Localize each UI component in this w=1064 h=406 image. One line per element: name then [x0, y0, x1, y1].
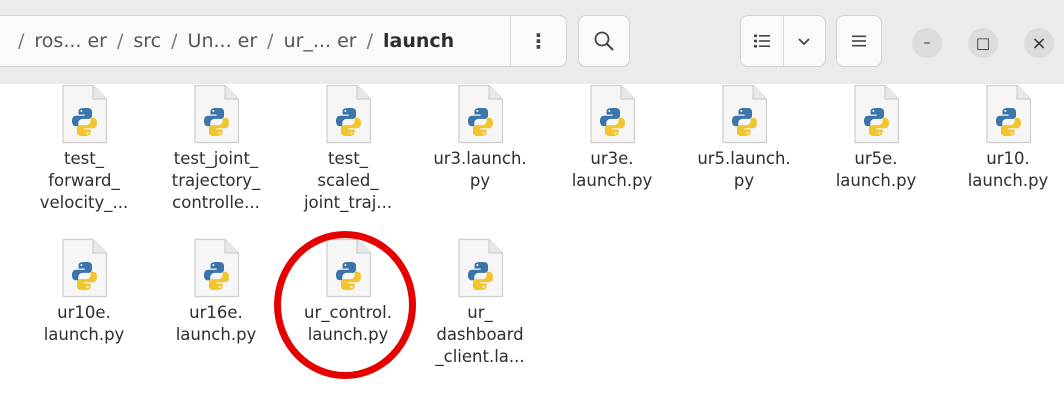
file-name: ur5.launch. py	[697, 149, 791, 190]
file-name: test_ forward_ velocity_...	[39, 149, 129, 212]
python-file-icon	[984, 84, 1032, 144]
list-view-button[interactable]	[741, 16, 783, 66]
python-file-icon	[720, 84, 768, 144]
path-separator: /	[18, 30, 25, 52]
python-file-icon	[852, 84, 900, 144]
breadcrumb-current[interactable]: launch	[377, 30, 466, 52]
breadcrumb-un[interactable]: Un... er	[182, 30, 264, 52]
python-file-icon	[324, 84, 372, 144]
file-item[interactable]: ur3e. launch.py	[552, 84, 672, 192]
view-dropdown-button[interactable]	[782, 16, 826, 66]
search-button[interactable]	[578, 15, 630, 67]
python-file-icon	[60, 84, 108, 144]
file-name: ur16e. launch.py	[175, 303, 257, 344]
file-name: test_ scaled_ joint_traj...	[303, 149, 393, 212]
file-item[interactable]: ur5e. launch.py	[816, 84, 936, 192]
main-menu-button[interactable]	[836, 15, 882, 67]
breadcrumb: / ros... er / src / Un... er / ur_... er…	[0, 16, 466, 66]
file-item[interactable]: ur_control. launch.py	[288, 238, 408, 346]
file-grid: test_ forward_ velocity_... test_joint_ …	[18, 84, 1064, 406]
file-name: ur_control. launch.py	[304, 303, 392, 344]
python-file-icon	[192, 238, 240, 298]
file-item[interactable]: test_ forward_ velocity_...	[24, 84, 144, 214]
file-manager-window: / ros... er / src / Un... er / ur_... er…	[0, 0, 1064, 406]
python-file-icon	[456, 84, 504, 144]
file-item[interactable]: ur3.launch. py	[420, 84, 540, 192]
hamburger-icon	[852, 35, 866, 47]
list-view-icon	[753, 34, 770, 48]
file-item[interactable]: ur10. launch.py	[948, 84, 1064, 192]
file-name: ur3.launch. py	[433, 149, 527, 190]
file-name: ur10e. launch.py	[43, 303, 125, 344]
header-bar: / ros... er / src / Un... er / ur_... er…	[0, 0, 1064, 84]
file-item[interactable]: test_ scaled_ joint_traj...	[288, 84, 408, 214]
file-name: test_joint_ trajectory_ controlle...	[171, 149, 261, 212]
path-menu-button[interactable]: ⋮	[510, 16, 566, 66]
file-item[interactable]: ur10e. launch.py	[24, 238, 144, 346]
file-item[interactable]: ur5.launch. py	[684, 84, 804, 192]
file-item[interactable]: ur16e. launch.py	[156, 238, 276, 346]
python-file-icon	[60, 238, 108, 298]
file-name: ur_ dashboard _client.la...	[435, 303, 525, 366]
path-separator: /	[171, 30, 178, 52]
search-icon	[594, 31, 614, 51]
file-name: ur3e. launch.py	[571, 149, 653, 190]
close-icon: ×	[1031, 32, 1047, 54]
path-bar[interactable]: / ros... er / src / Un... er / ur_... er…	[0, 15, 567, 67]
file-item[interactable]: test_joint_ trajectory_ controlle...	[156, 84, 276, 214]
python-file-icon	[456, 238, 504, 298]
python-file-icon	[324, 238, 372, 298]
maximize-button[interactable]: □	[968, 28, 998, 58]
file-name: ur5e. launch.py	[835, 149, 917, 190]
path-separator: /	[366, 30, 373, 52]
view-options-group	[740, 15, 826, 67]
breadcrumb-ur[interactable]: ur_... er	[278, 30, 363, 52]
close-button[interactable]: ×	[1024, 28, 1054, 58]
maximize-icon: □	[975, 34, 991, 52]
breadcrumb-ros[interactable]: ros... er	[28, 30, 113, 52]
breadcrumb-src[interactable]: src	[127, 30, 167, 52]
minimize-icon: –	[923, 35, 931, 51]
path-separator: /	[267, 30, 274, 52]
path-separator: /	[116, 30, 124, 52]
python-file-icon	[588, 84, 636, 144]
file-item[interactable]: ur_ dashboard _client.la...	[420, 238, 540, 368]
file-name: ur10. launch.py	[967, 149, 1049, 190]
minimize-button[interactable]: –	[912, 28, 942, 58]
python-file-icon	[192, 84, 240, 144]
chevron-down-icon	[798, 38, 810, 46]
